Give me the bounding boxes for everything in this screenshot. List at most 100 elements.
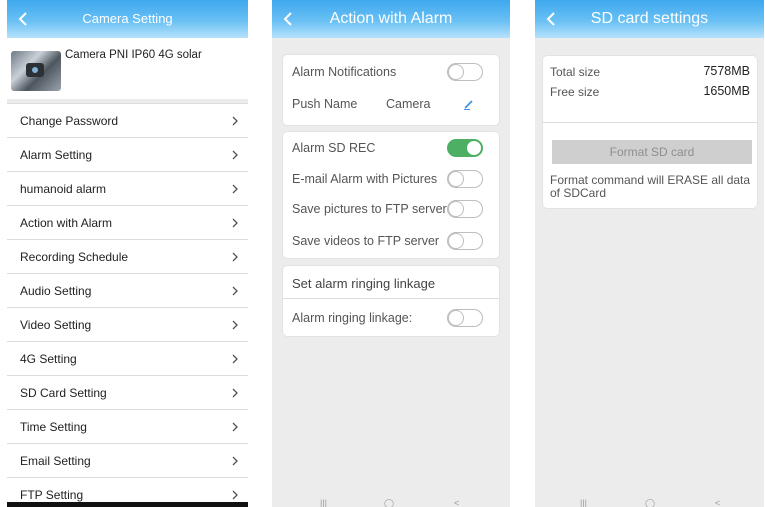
free-size-value: 1650MB [703,84,750,98]
menu-item-label: Time Setting [20,419,87,434]
menu-item-label: Recording Schedule [20,249,129,264]
alarm-notifications-toggle[interactable] [447,63,483,81]
alarm-notifications-label: Alarm Notifications [292,65,397,79]
menu-item-audio-setting[interactable]: Audio Setting [7,274,248,308]
recent-apps-icon[interactable]: ||| [580,499,587,507]
back-nav-icon[interactable]: < [454,499,459,507]
menu-item-humanoid-alarm[interactable]: humanoid alarm [7,172,248,206]
toggle-knob [448,201,464,217]
action-with-alarm-header: Action with Alarm [272,0,510,38]
divider [283,298,499,299]
push-name-label: Push Name [292,97,358,111]
toggle-knob [466,140,482,156]
menu-item-change-password[interactable]: Change Password [7,103,248,138]
home-icon[interactable]: ◯ [645,499,655,507]
menu-item-sd-card-setting[interactable]: SD Card Setting [7,376,248,410]
chevron-right-icon [232,422,238,432]
menu-item-recording-schedule[interactable]: Recording Schedule [7,240,248,274]
home-icon[interactable]: ◯ [384,499,394,507]
chevron-right-icon [232,150,238,160]
menu-item-video-setting[interactable]: Video Setting [7,308,248,342]
email-alarm-label: E-mail Alarm with Pictures [292,172,438,186]
format-sd-card-button[interactable]: Format SD card [552,140,752,164]
total-size-value: 7578MB [703,64,750,78]
ringing-linkage-toggle[interactable] [447,309,483,327]
page-title: Action with Alarm [329,10,453,27]
push-name-row: Push Name Camera [283,90,499,118]
ftp-videos-toggle[interactable] [447,232,483,250]
divider [543,122,757,123]
settings-menu: Change Password Alarm Setting humanoid a… [7,103,248,507]
chevron-right-icon [232,456,238,466]
camera-info-row: Camera PNI IP60 4G solar [7,38,248,99]
alarm-sd-rec-label: Alarm SD REC [292,141,376,155]
back-nav-icon[interactable]: < [715,499,720,507]
camera-thumbnail [11,51,61,91]
email-alarm-toggle[interactable] [447,170,483,188]
bottom-bar [7,502,248,507]
ftp-videos-row: Save videos to FTP server [283,227,499,255]
total-size-row: Total size 7578MB [543,62,757,82]
toggle-knob [448,233,464,249]
ftp-videos-label: Save videos to FTP server [292,234,440,248]
camera-setting-header: Camera Setting [7,0,248,38]
ringing-section-title: Set alarm ringing linkage [292,276,436,291]
chevron-right-icon [232,286,238,296]
menu-item-label: humanoid alarm [20,181,107,196]
sd-card-settings-screen: SD card settings Total size 7578MB Free … [535,0,764,507]
chevron-right-icon [232,116,238,126]
menu-item-label: Action with Alarm [20,215,113,230]
page-title: SD card settings [590,10,709,27]
menu-item-action-with-alarm[interactable]: Action with Alarm [7,206,248,240]
menu-item-label: SD Card Setting [20,385,107,400]
chevron-right-icon [232,320,238,330]
camera-name: Camera PNI IP60 4G solar [65,49,202,61]
total-size-label: Total size [550,65,601,79]
system-nav-bar: ||| ◯ < [272,495,510,507]
menu-item-label: Video Setting [20,317,92,332]
menu-item-label: Alarm Setting [20,147,93,162]
menu-item-label: Email Setting [20,453,91,468]
toggle-knob [448,64,464,80]
ringing-linkage-row: Alarm ringing linkage: [283,304,499,332]
camera-setting-screen: Camera Setting Camera PNI IP60 4G solar … [7,0,248,507]
alarm-notifications-row: Alarm Notifications [283,58,499,86]
recent-apps-icon[interactable]: ||| [320,499,327,507]
toggle-knob [448,171,464,187]
alarm-actions-card: Alarm SD REC E-mail Alarm with Pictures … [283,132,499,258]
menu-item-label: 4G Setting [20,351,77,366]
edit-pencil-icon[interactable] [462,97,476,111]
ftp-pictures-toggle[interactable] [447,200,483,218]
menu-item-alarm-setting[interactable]: Alarm Setting [7,138,248,172]
push-name-value: Camera [386,97,431,111]
toggle-knob [448,310,464,326]
chevron-right-icon [232,354,238,364]
ftp-pictures-row: Save pictures to FTP server [283,195,499,223]
ringing-linkage-label: Alarm ringing linkage: [292,311,413,325]
page-title: Camera Setting [82,11,173,26]
chevron-right-icon [232,184,238,194]
menu-item-4g-setting[interactable]: 4G Setting [7,342,248,376]
format-warning-text: Format command will ERASE all data of SD… [550,173,751,200]
menu-item-time-setting[interactable]: Time Setting [7,410,248,444]
email-alarm-row: E-mail Alarm with Pictures [283,165,499,193]
action-with-alarm-screen: Action with Alarm Alarm Notifications Pu… [272,0,510,507]
sd-card-settings-header: SD card settings [535,0,764,38]
chevron-right-icon [232,388,238,398]
notifications-card: Alarm Notifications Push Name Camera [283,55,499,125]
ringing-linkage-card: Set alarm ringing linkage Alarm ringing … [283,266,499,336]
free-size-label: Free size [550,85,600,99]
menu-item-email-setting[interactable]: Email Setting [7,444,248,478]
chevron-right-icon [232,218,238,228]
menu-item-label: Change Password [20,113,119,128]
alarm-sd-rec-row: Alarm SD REC [283,134,499,162]
ftp-pictures-label: Save pictures to FTP server [292,202,447,216]
chevron-right-icon [232,252,238,262]
chevron-right-icon [232,490,238,500]
free-size-row: Free size 1650MB [543,82,757,102]
menu-item-label: Audio Setting [20,283,92,298]
alarm-sd-rec-toggle[interactable] [447,139,483,157]
sd-card-info-card: Total size 7578MB Free size 1650MB Forma… [543,56,757,208]
system-nav-bar: ||| ◯ < [535,495,764,507]
menu-item-label: FTP Setting [20,487,84,502]
